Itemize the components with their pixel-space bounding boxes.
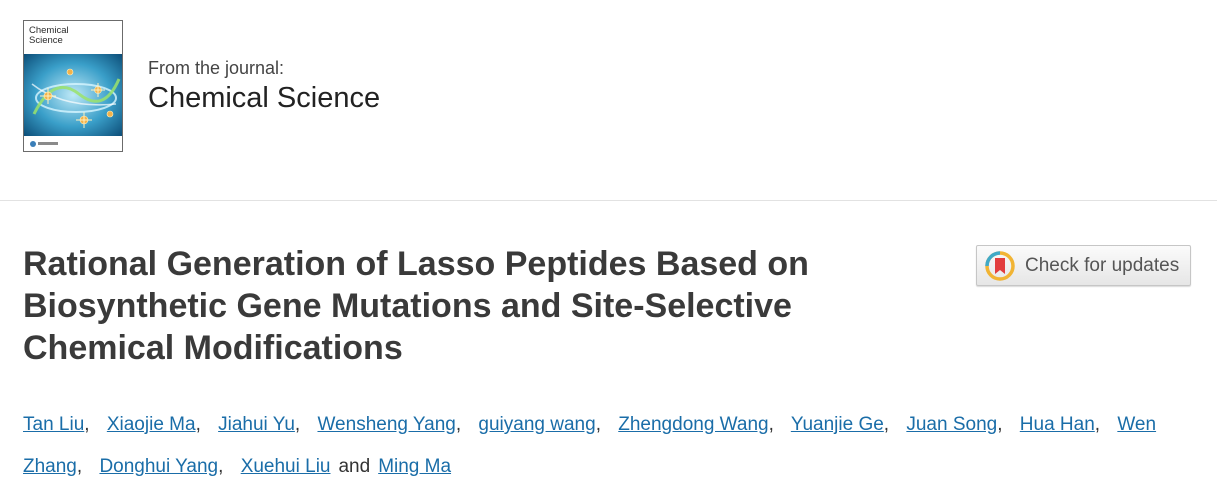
author-link[interactable]: Hua Han [1020, 414, 1095, 435]
author-separator: , [218, 456, 224, 477]
author-link[interactable]: Xiaojie Ma [107, 414, 196, 435]
author-link[interactable]: Wensheng Yang [317, 414, 455, 435]
author-separator: , [997, 414, 1003, 435]
crossmark-icon [985, 250, 1015, 281]
author-link[interactable]: guiyang wang [478, 414, 595, 435]
author-separator: , [294, 414, 301, 435]
author-separator: , [595, 414, 601, 435]
journal-cover-image[interactable]: Chemical Science [23, 20, 123, 152]
from-journal-label: From the journal: [148, 58, 285, 78]
journal-header: Chemical Science From the journal: Chemi… [0, 0, 1217, 201]
cover-title-line-2: Science [29, 35, 63, 46]
article-title-line-2: Biosynthetic Gene Mutations and Site-Sel… [23, 287, 792, 325]
author-link[interactable]: Ming Ma [378, 456, 451, 477]
author-link[interactable]: Xuehui Liu [241, 456, 331, 477]
cover-artwork [24, 54, 122, 136]
author-list: Tan Liu, Xiaojie Ma, Jiahui Yu, Wensheng… [23, 404, 1203, 488]
journal-name-link[interactable]: Chemical Science [148, 82, 380, 115]
author-link[interactable]: Tan Liu [23, 414, 84, 435]
author-link[interactable]: Jiahui Yu [218, 414, 295, 435]
author-separator: , [883, 414, 890, 435]
cover-footer [24, 136, 122, 151]
author-separator: , [84, 414, 90, 435]
author-separator: , [455, 414, 462, 435]
author-link[interactable]: Yuanjie Ge [791, 414, 884, 435]
author-link[interactable]: Juan Song [906, 414, 997, 435]
article-title-line-1: Rational Generation of Lasso Peptides Ba… [23, 245, 809, 283]
author-separator: , [1094, 414, 1101, 435]
author-and-word: and [338, 456, 371, 477]
author-link[interactable]: Donghui Yang [99, 456, 218, 477]
cover-title: Chemical Science [29, 26, 69, 46]
author-separator: , [768, 414, 774, 435]
author-link[interactable]: Zhengdong Wang [618, 414, 768, 435]
article-title: Rational Generation of Lasso Peptides Ba… [23, 243, 923, 369]
author-separator: , [76, 456, 83, 477]
article-title-line-3: Chemical Modifications [23, 329, 403, 367]
check-for-updates-label: Check for updates [1025, 254, 1180, 276]
author-separator: , [195, 414, 201, 435]
check-for-updates-button[interactable]: Check for updates [976, 245, 1191, 286]
